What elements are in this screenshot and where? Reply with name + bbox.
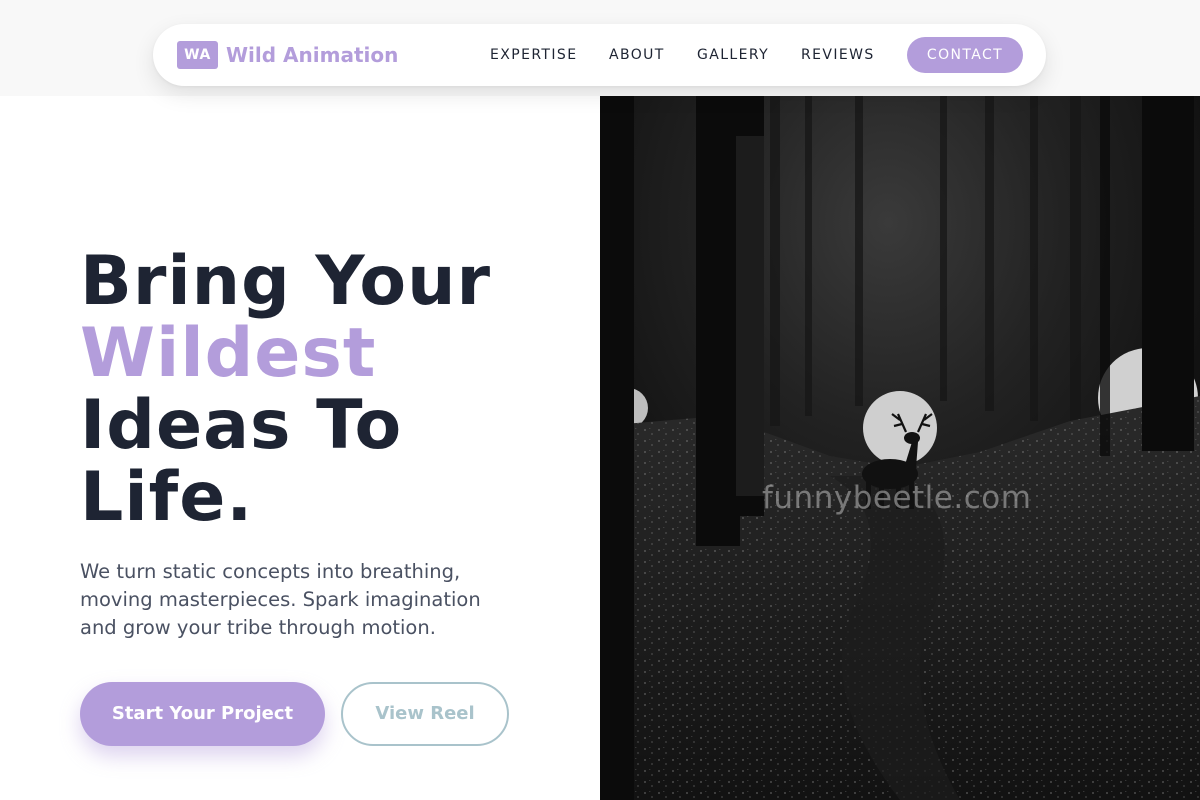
hero-image: funnybeetle.com xyxy=(600,96,1200,800)
logo-text[interactable]: Wild Animation xyxy=(226,41,398,69)
nav-link-reviews[interactable]: REVIEWS xyxy=(801,45,875,65)
watermark: funnybeetle.com xyxy=(762,480,1032,516)
forest-scene xyxy=(600,96,1200,800)
nav-link-about[interactable]: ABOUT xyxy=(609,45,665,65)
hero-title-line: Bring Your xyxy=(80,242,492,321)
hero-title-accent: Wildest xyxy=(80,314,377,393)
start-project-button[interactable]: Start Your Project xyxy=(80,682,325,746)
nav-link-gallery[interactable]: GALLERY xyxy=(697,45,769,65)
contact-button[interactable]: CONTACT xyxy=(907,37,1023,73)
logo-badge[interactable]: WA xyxy=(177,41,218,69)
hero-subtitle: We turn static concepts into breathing, … xyxy=(80,560,481,639)
hero-title: Bring Your Wildest Ideas To Life. xyxy=(80,246,491,534)
view-reel-button[interactable]: View Reel xyxy=(341,682,509,746)
page: WA Wild Animation EXPERTISE ABOUT GALLER… xyxy=(0,0,1200,800)
hero-title-line: Life. xyxy=(80,458,254,537)
hero-title-line: Ideas To xyxy=(80,386,403,465)
navbar: WA Wild Animation EXPERTISE ABOUT GALLER… xyxy=(153,24,1046,86)
nav-link-expertise[interactable]: EXPERTISE xyxy=(490,45,577,65)
